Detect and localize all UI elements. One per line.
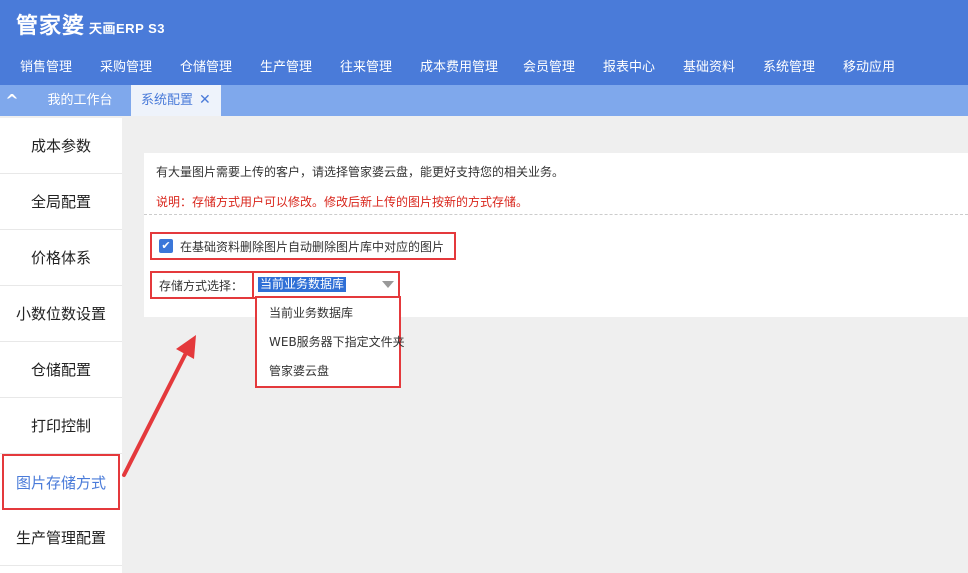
nav-reports[interactable]: 报表中心 bbox=[603, 52, 683, 79]
nav-accounts[interactable]: 往来管理 bbox=[340, 52, 420, 79]
nav-basic-data[interactable]: 基础资料 bbox=[683, 52, 763, 79]
brand-product: 天画ERP S3 bbox=[89, 21, 166, 36]
info-text: 有大量图片需要上传的客户，请选择管家婆云盘，能更好支持您的相关业务。 bbox=[156, 165, 565, 179]
nav-mobile[interactable]: 移动应用 bbox=[843, 52, 923, 79]
delete-image-option[interactable]: ✔ 在基础资料删除图片自动删除图片库中对应的图片 bbox=[150, 232, 456, 260]
nav-sales[interactable]: 销售管理 bbox=[20, 52, 100, 79]
storage-option-db[interactable]: 当前业务数据库 bbox=[257, 299, 399, 328]
tab-system-config[interactable]: 系统配置 ✕ bbox=[131, 85, 221, 116]
tab-bar: ^ 我的工作台 系统配置 ✕ bbox=[0, 85, 968, 116]
chevron-down-icon[interactable] bbox=[382, 281, 394, 288]
brand-logo: 管家婆 天画ERP S3 bbox=[16, 8, 165, 44]
nav-warehouse[interactable]: 仓储管理 bbox=[180, 52, 260, 79]
nav-system[interactable]: 系统管理 bbox=[763, 52, 843, 79]
nav-member[interactable]: 会员管理 bbox=[523, 52, 603, 79]
sidebar-item-global-config[interactable]: 全局配置 bbox=[0, 174, 122, 230]
divider bbox=[144, 214, 968, 215]
storage-dropdown: 当前业务数据库 WEB服务器下指定文件夹 管家婆云盘 bbox=[255, 296, 405, 388]
note-text: 说明：存储方式用户可以修改。修改后新上传的图片按新的方式存储。 bbox=[156, 195, 529, 209]
brand-name: 管家婆 bbox=[16, 13, 86, 39]
storage-label-box: 存储方式选择： bbox=[150, 271, 254, 299]
settings-panel: 有大量图片需要上传的客户，请选择管家婆云盘，能更好支持您的相关业务。 说明：存储… bbox=[144, 153, 968, 317]
storage-selected-value: 当前业务数据库 bbox=[258, 277, 347, 292]
close-icon[interactable]: ✕ bbox=[199, 92, 211, 108]
main-nav: 销售管理 采购管理 仓储管理 生产管理 往来管理 成本费用管理 会员管理 报表中… bbox=[20, 52, 923, 79]
nav-purchase[interactable]: 采购管理 bbox=[100, 52, 180, 79]
sidebar-item-price-system[interactable]: 价格体系 bbox=[0, 230, 122, 286]
sidebar-item-print-control[interactable]: 打印控制 bbox=[0, 398, 122, 454]
chevron-up-icon[interactable]: ^ bbox=[0, 85, 24, 116]
annotation-arrow-icon bbox=[122, 335, 196, 477]
sidebar-item-production-config[interactable]: 生产管理配置 bbox=[0, 510, 122, 566]
tab-workspace[interactable]: 我的工作台 bbox=[30, 85, 130, 116]
nav-production[interactable]: 生产管理 bbox=[260, 52, 340, 79]
main-content: 有大量图片需要上传的客户，请选择管家婆云盘，能更好支持您的相关业务。 说明：存储… bbox=[122, 118, 968, 573]
sidebar: 成本参数 全局配置 价格体系 小数位数设置 仓储配置 打印控制 图片存储方式 生… bbox=[0, 118, 122, 573]
tab-label: 系统配置 bbox=[141, 93, 194, 108]
nav-cost[interactable]: 成本费用管理 bbox=[420, 52, 523, 79]
storage-option-cloud[interactable]: 管家婆云盘 bbox=[257, 357, 399, 386]
checkbox-checked-icon[interactable]: ✔ bbox=[159, 239, 173, 253]
sidebar-item-cost-params[interactable]: 成本参数 bbox=[0, 118, 122, 174]
storage-select[interactable]: 当前业务数据库 bbox=[254, 271, 400, 299]
top-header: 管家婆 天画ERP S3 销售管理 采购管理 仓储管理 生产管理 往来管理 成本… bbox=[0, 0, 968, 85]
checkbox-label: 在基础资料删除图片自动删除图片库中对应的图片 bbox=[180, 239, 445, 254]
sidebar-item-decimal-settings[interactable]: 小数位数设置 bbox=[0, 286, 122, 342]
sidebar-item-warehouse-config[interactable]: 仓储配置 bbox=[0, 342, 122, 398]
storage-option-web-folder[interactable]: WEB服务器下指定文件夹 bbox=[257, 328, 405, 357]
sidebar-item-image-storage[interactable]: 图片存储方式 bbox=[2, 454, 120, 510]
storage-label: 存储方式选择： bbox=[159, 278, 244, 293]
